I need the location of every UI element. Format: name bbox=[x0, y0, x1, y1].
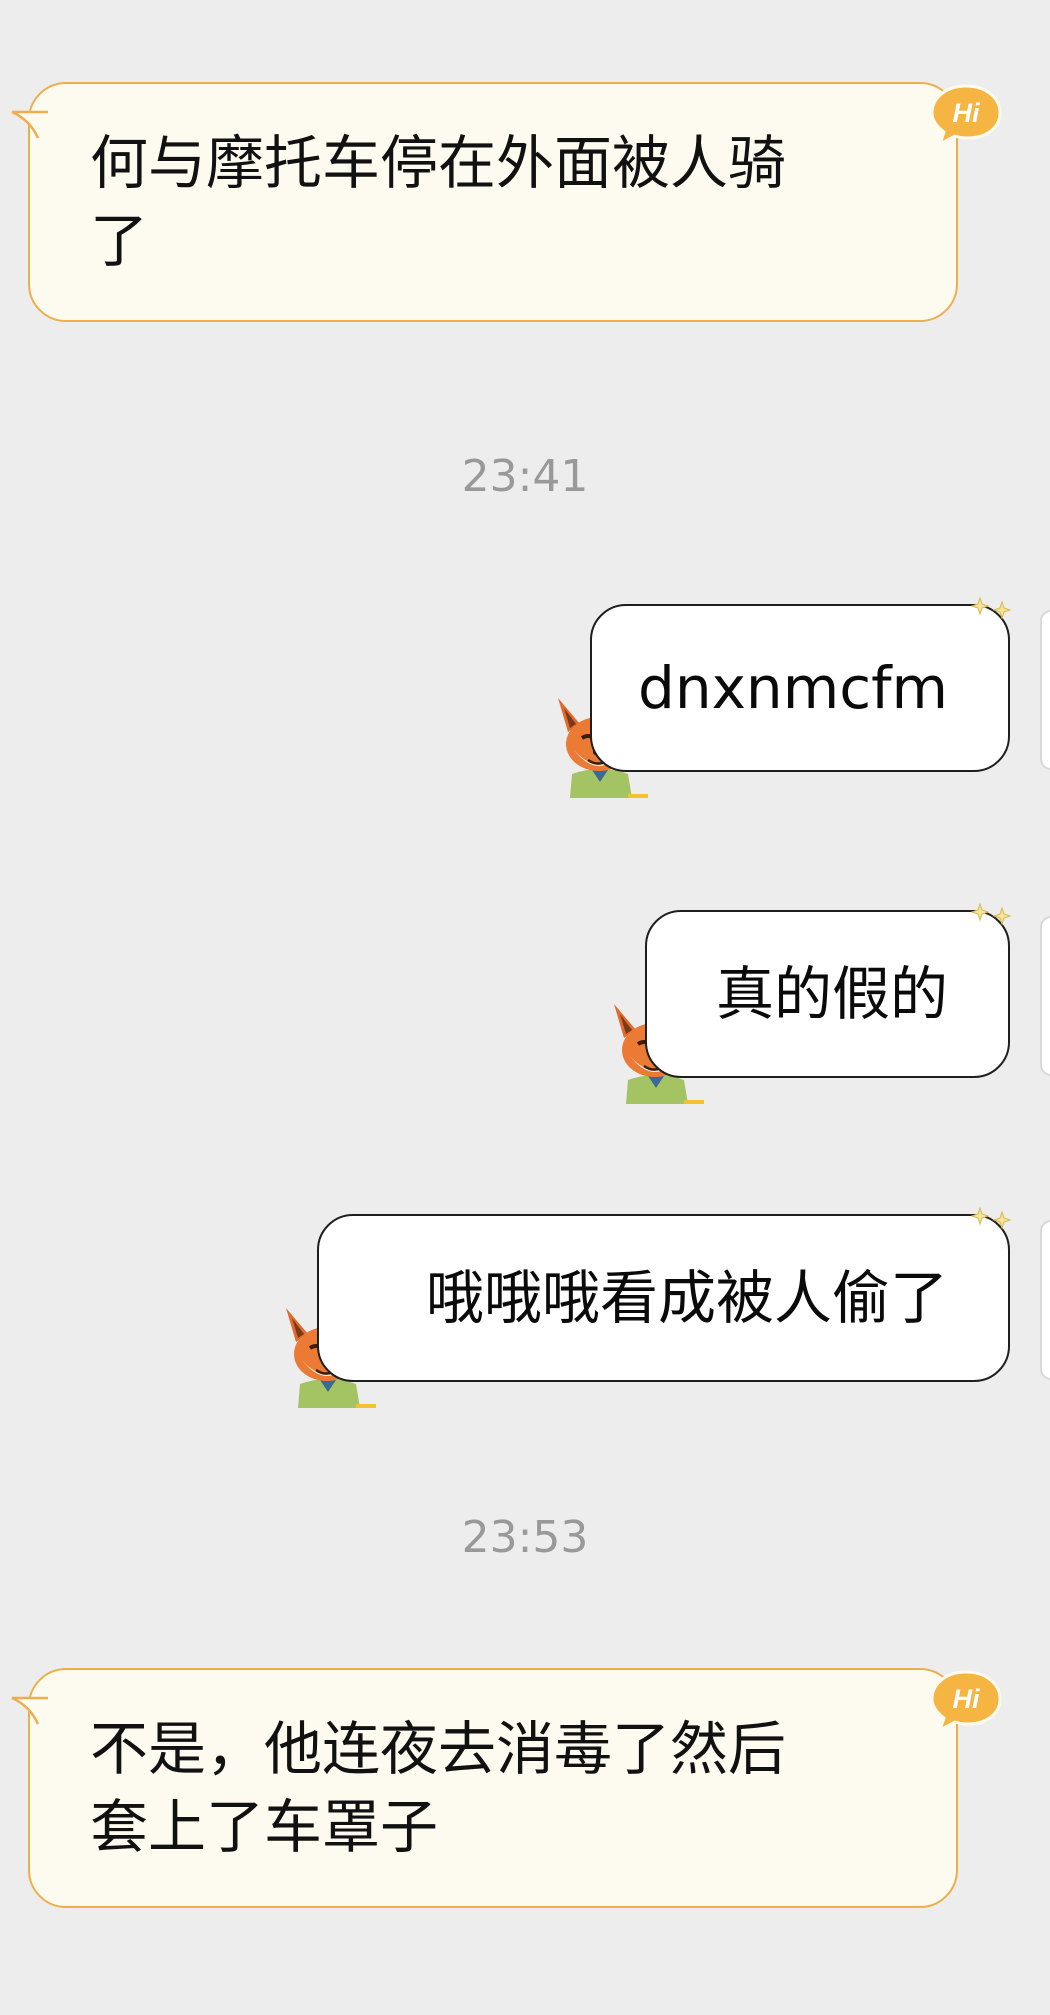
message-text-line: 套上了车罩子 bbox=[90, 1793, 439, 1861]
bubble-tail-icon bbox=[11, 110, 52, 139]
message-text-line: 何与摩托车停在外面被人骑 bbox=[90, 129, 787, 197]
message-text-line: 不是，他连夜去消毒了然后 bbox=[90, 1715, 787, 1783]
outgoing-message-bubble[interactable]: 真的假的 bbox=[645, 902, 1012, 1078]
sparkle-stars-icon bbox=[970, 596, 1012, 620]
message-text-line: 了 bbox=[90, 207, 149, 275]
edge-avatar-strip bbox=[1040, 916, 1050, 1076]
message-timestamp: 23:53 bbox=[461, 1512, 589, 1563]
outgoing-message-bubble[interactable]: 哦哦哦看成被人偷了 bbox=[317, 1206, 1012, 1382]
outgoing-message-bubble[interactable]: dnxnmcfm bbox=[590, 596, 1012, 772]
sparkle-stars-icon bbox=[970, 902, 1012, 926]
incoming-message-bubble[interactable]: 不是，他连夜去消毒了然后 套上了车罩子 Hi bbox=[11, 1668, 1002, 1908]
message-timestamp: 23:41 bbox=[461, 451, 589, 502]
hi-badge-label: Hi bbox=[953, 1684, 980, 1714]
hi-badge-icon: Hi bbox=[930, 1670, 1002, 1734]
message-text: dnxnmcfm bbox=[638, 654, 948, 722]
message-text: 哦哦哦看成被人偷了 bbox=[425, 1264, 948, 1332]
edge-avatar-strip bbox=[1040, 610, 1050, 770]
hi-badge-label: Hi bbox=[953, 98, 980, 128]
incoming-message-bubble[interactable]: 何与摩托车停在外面被人骑 了 Hi bbox=[11, 82, 1002, 322]
hi-badge-icon: Hi bbox=[930, 84, 1002, 148]
sparkle-stars-icon bbox=[970, 1206, 1012, 1230]
message-text: 真的假的 bbox=[715, 960, 948, 1028]
edge-avatar-strip bbox=[1040, 1220, 1050, 1380]
bubble-tail-icon bbox=[11, 1696, 52, 1725]
